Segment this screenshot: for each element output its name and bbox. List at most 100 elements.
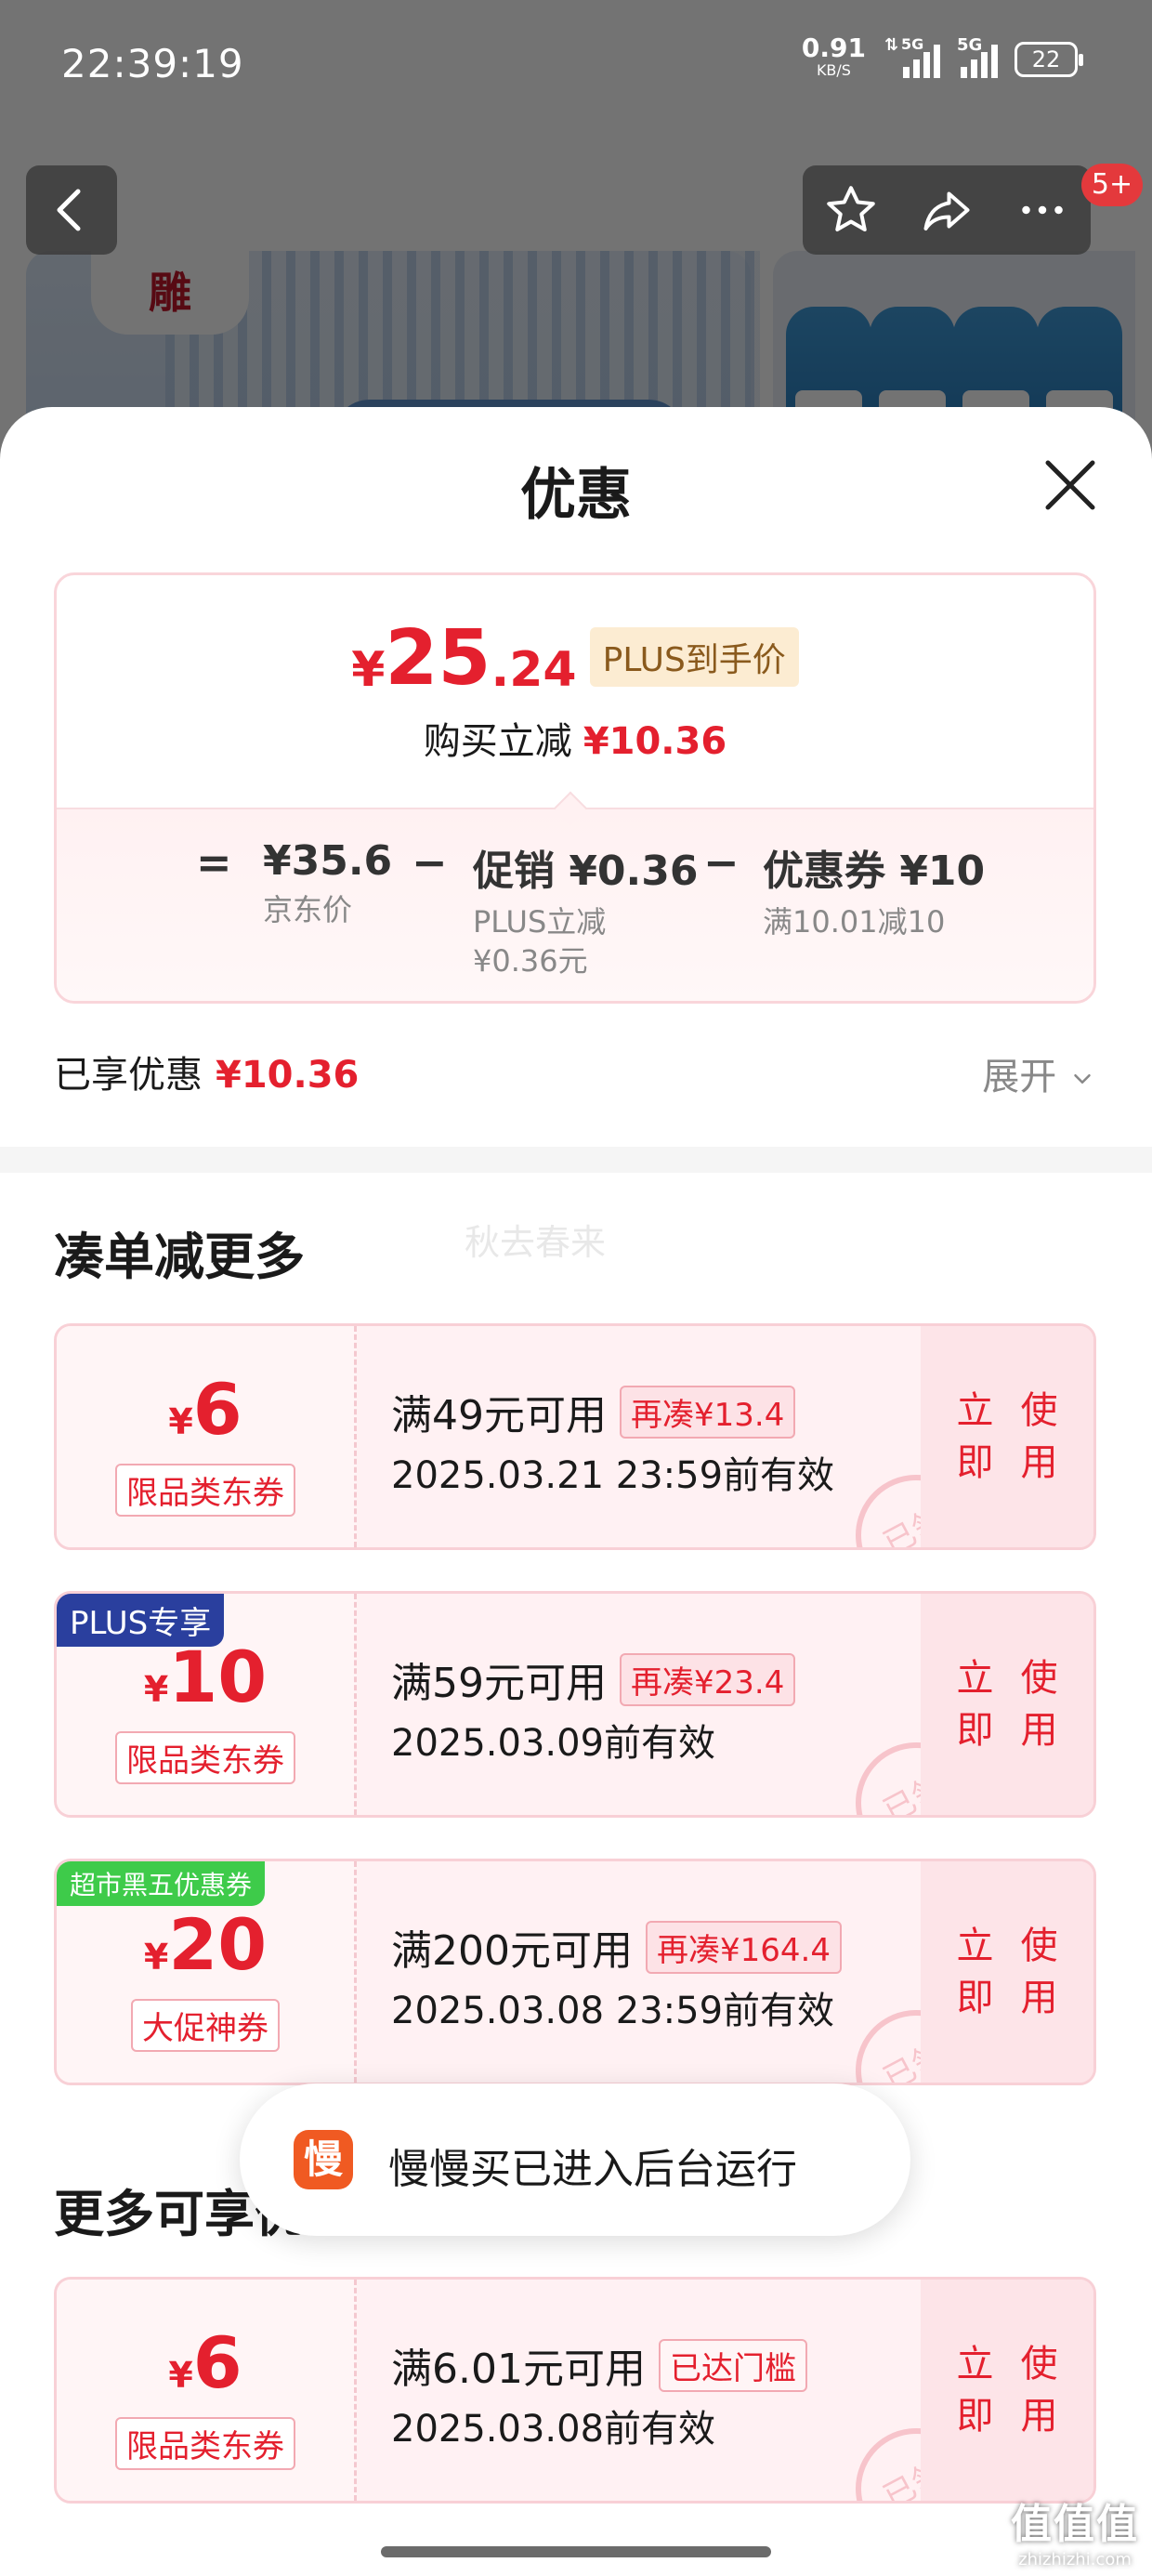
plus-price-tag: PLUS到手价 (589, 627, 799, 687)
coupon-condition-row: 满200元可用 再凑¥164.4 (391, 1919, 986, 1975)
data-arrows-icon: ⇅ (884, 35, 899, 55)
coupon-amount: ¥20 (57, 1908, 354, 1982)
jd-price-value: ¥35.6 (263, 837, 393, 885)
use-now-line-1: 立即 (956, 1925, 994, 2019)
coupon-amount-value: 10 (168, 1636, 268, 1718)
promotion-desc-2: ¥0.36元 (473, 943, 588, 979)
expand-button[interactable]: 展开 (982, 1046, 1096, 1100)
summary-top: ¥ 25 .24 PLUS到手价 购买立减 ¥10.36 (57, 575, 1093, 808)
screen: 雕 雕 雕 雕 雕 22:39:19 0.91 KB/S ⇅ 5G 5G (0, 0, 1152, 2576)
signal-icon: ⇅ 5G (883, 35, 940, 78)
jd-price-label: 京东价 (263, 892, 353, 927)
use-now-line-1: 立即 (956, 1389, 994, 1484)
coupon-card[interactable]: ¥10 限品类东券 PLUS专享 满59元可用 再凑¥23.4 2025.03.… (54, 1591, 1096, 1818)
promotion-desc-1: PLUS立减 (473, 904, 607, 940)
enjoyed-discount: 已享优惠 ¥10.36 (54, 1045, 359, 1098)
enjoyed-discount-label: 已享优惠 (54, 1054, 203, 1097)
use-now-line-2: 使用 (1020, 2343, 1058, 2438)
price-currency: ¥ (351, 642, 386, 698)
coupon-condition: 满6.01元可用 (391, 2346, 646, 2393)
instant-reduce-label: 购买立减 (423, 720, 572, 763)
app-icon: 慢 (294, 2130, 353, 2189)
notification-badge: 5+ (1081, 164, 1143, 206)
coupon-condition: 满49元可用 (391, 1392, 607, 1439)
chevron-down-icon (1074, 1074, 1091, 1084)
coupon-gap-tag: 再凑¥164.4 (645, 1920, 842, 1974)
breakdown-promotion: 促销 ¥0.36 PLUS立减 ¥0.36元 (473, 837, 699, 980)
site-watermark: 值值值 zhizhizhi.com (1011, 2491, 1139, 2569)
coupon-type-tag: 限品类东券 (115, 2417, 295, 2470)
instant-reduce-value: ¥10.36 (583, 720, 727, 763)
battery-icon: 22 (1015, 42, 1083, 77)
breakdown-jd-price: ¥35.6 京东价 (263, 837, 392, 929)
home-indicator[interactable] (381, 2546, 771, 2557)
coupon-amount: ¥10 (57, 1640, 354, 1715)
use-now-line-2: 使用 (1020, 1925, 1058, 2019)
minus-sign: − (412, 837, 448, 887)
back-button[interactable] (26, 165, 117, 255)
breakdown-coupon: 优惠券 ¥10 满10.01减10 (763, 837, 985, 941)
coupon-amount: ¥6 (57, 1373, 354, 1447)
coupon-condition: 满200元可用 (391, 1927, 633, 1975)
equals-sign: = (196, 837, 232, 887)
status-indicators: 0.91 KB/S ⇅ 5G 5G 22 (802, 35, 1083, 82)
star-icon[interactable] (823, 182, 879, 238)
enjoyed-discount-row[interactable]: 已享优惠 ¥10.36 展开 (54, 1037, 1096, 1102)
coupon-card[interactable]: ¥6 限品类东券 满49元可用 再凑¥13.4 2025.03.21 23:59… (54, 1323, 1096, 1550)
supermarket-coupon-badge: 超市黑五优惠券 (57, 1861, 266, 1906)
price-breakdown: = ¥35.6 京东价 − 促销 ¥0.36 PLUS立减 ¥0.36元 − 优… (57, 808, 1093, 1001)
coupon-gap-tag: 再凑¥23.4 (620, 1652, 796, 1706)
price-decimal: .24 (491, 642, 577, 698)
enjoyed-discount-value: ¥10.36 (216, 1054, 360, 1097)
coupon-condition-row: 满59元可用 再凑¥23.4 (391, 1651, 986, 1707)
promotion-value: 促销 ¥0.36 (473, 848, 699, 895)
coupon-currency: ¥ (168, 1401, 193, 1442)
toast-text: 慢慢买已进入后台运行 (388, 2146, 797, 2193)
coupon-condition: 满59元可用 (391, 1660, 607, 1707)
threshold-reached-tag: 已达门槛 (658, 2338, 807, 2392)
network-speed: 0.91 KB/S (802, 35, 866, 82)
status-time: 22:39:19 (61, 41, 244, 86)
use-now-line-2: 使用 (1020, 1389, 1058, 1484)
discount-sheet: 优惠 ¥ 25 .24 PLUS到手价 购买立减 ¥10.36 = ¥35.6 … (0, 407, 1152, 2576)
use-now-line-1: 立即 (956, 1657, 994, 1752)
coupon-currency: ¥ (143, 1669, 169, 1710)
section-title-more-deals: 凑单减更多 (54, 1228, 305, 1286)
home-bar (0, 2524, 1152, 2576)
chevron-left-icon (57, 189, 81, 231)
coupon-gap-tag: 再凑¥13.4 (620, 1385, 796, 1439)
use-now-button[interactable]: 立即 使用 (921, 1861, 1093, 2083)
use-now-line-2: 使用 (1020, 1657, 1058, 1752)
price-integer: 25 (385, 614, 491, 703)
coupon-value: 优惠券 ¥10 (763, 848, 986, 895)
coupon-type-tag: 大促神券 (131, 1999, 280, 2052)
use-now-button[interactable]: 立即 使用 (921, 1326, 1093, 1547)
section-divider (0, 1147, 1152, 1173)
coupon-card[interactable]: ¥20 大促神券 超市黑五优惠券 满200元可用 再凑¥164.4 2025.0… (54, 1859, 1096, 2085)
use-now-button[interactable]: 立即 使用 (921, 2280, 1093, 2501)
coupon-currency: ¥ (168, 2355, 193, 2396)
price-summary-card: ¥ 25 .24 PLUS到手价 购买立减 ¥10.36 = ¥35.6 京东价 … (54, 572, 1096, 1004)
watermark: 秋去春来 (465, 1222, 607, 1263)
instant-reduce-row: 购买立减 ¥10.36 (57, 711, 1093, 765)
signal-label: 5G (901, 35, 924, 53)
coupon-card[interactable]: ¥6 限品类东券 满6.01元可用 已达门槛 2025.03.08前有效 已领 … (54, 2277, 1096, 2504)
share-icon[interactable] (919, 182, 975, 238)
site-watermark-logo: 值值值 (1011, 2501, 1139, 2548)
coupon-currency: ¥ (143, 1937, 169, 1978)
coupon-left: ¥6 限品类东券 (57, 1326, 357, 1547)
more-icon[interactable] (1015, 182, 1070, 238)
coupon-condition-row: 满49元可用 再凑¥13.4 (391, 1384, 986, 1439)
coupon-amount: ¥6 (57, 2326, 354, 2400)
background-running-toast: 慢 慢慢买已进入后台运行 (240, 2083, 910, 2236)
status-bar: 22:39:19 0.91 KB/S ⇅ 5G 5G 22 (0, 0, 1152, 139)
signal-icon-2: 5G (957, 35, 998, 78)
use-now-button[interactable]: 立即 使用 (921, 1594, 1093, 1815)
final-price: ¥ 25 .24 (351, 618, 576, 700)
coupon-amount-value: 20 (168, 1903, 268, 1986)
close-icon[interactable] (1035, 450, 1106, 520)
coupon-desc: 满10.01减10 (763, 904, 946, 940)
expand-label: 展开 (982, 1056, 1057, 1098)
plus-exclusive-badge: PLUS专享 (57, 1594, 225, 1647)
coupon-amount-value: 6 (192, 2321, 242, 2404)
